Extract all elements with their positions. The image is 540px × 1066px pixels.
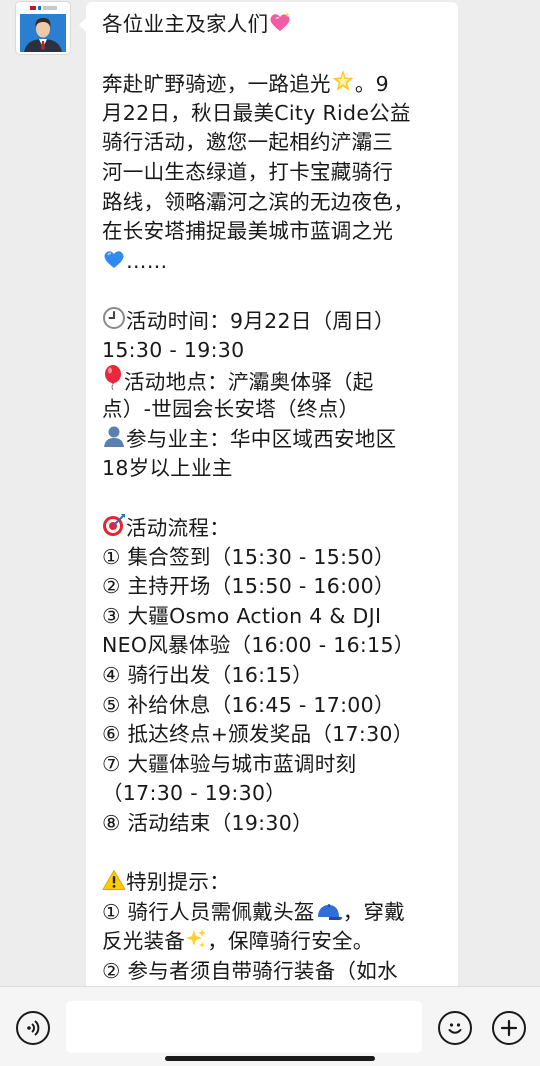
blue-heart-icon	[102, 248, 126, 279]
message-line: 活动流程：	[102, 513, 447, 543]
line-text: 特别提示：	[126, 870, 230, 895]
line-text: 15:30 - 19:30	[102, 337, 245, 362]
message-line: ④ 骑行出发（16:15）	[102, 661, 447, 691]
cap-icon	[315, 900, 343, 930]
line-text: 活动时间：9月22日（周日）	[126, 308, 395, 333]
emoji-face-icon[interactable]	[438, 1011, 472, 1045]
line-text: ② 参与者须自带骑行装备（如水	[102, 959, 398, 983]
message-line: ⑥ 抵达终点+颁发奖品（17:30）	[102, 720, 447, 750]
sparkles-icon	[185, 928, 207, 959]
person-portrait-icon	[24, 18, 62, 52]
message-line: 奔赴旷野骑迹，一路追光 。9	[102, 69, 447, 99]
message-line: 各位业主及家人们	[102, 10, 447, 40]
plus-icon[interactable]	[492, 1011, 526, 1045]
line-text: ⑧ 活动结束（19:30）	[102, 811, 313, 836]
message-line: 反光装备 ，保障骑行安全。	[102, 927, 447, 957]
line-text-tail: 。9	[354, 72, 389, 97]
line-text: （17:30 - 19:30）	[102, 781, 287, 806]
line-text: 奔赴旷野骑迹，一路追光	[102, 72, 331, 97]
line-text: NEO风暴体验（16:00 - 16:15）	[102, 633, 415, 658]
message-line: 活动时间：9月22日（周日）	[102, 306, 447, 336]
sparkling-heart-icon	[268, 11, 292, 42]
input-bar	[0, 986, 540, 1066]
message-line: ⑧ 活动结束（19:30）	[102, 809, 447, 839]
line-text: 路线，领略灞河之滨的无边夜色，	[102, 189, 414, 214]
line-text: 各位业主及家人们	[102, 12, 269, 36]
message-text[interactable]: 各位业主及家人们 奔赴旷野骑迹，一路追光 。9 月22日，秋日最美City Ride公…	[102, 10, 447, 987]
line-text: 参与业主：华中区域西安地区	[126, 427, 397, 452]
message-line: ⑦ 大疆体验与城市蓝调时刻	[102, 750, 447, 780]
message-line: 在长安塔捕捉最美城市蓝调之光	[102, 217, 447, 247]
message-input[interactable]	[66, 1001, 422, 1053]
message-line: 18岁以上业主	[102, 454, 447, 484]
line-text: ⑥ 抵达终点+颁发奖品（17:30）	[102, 722, 414, 747]
line-text: 河一山生态绿道，打卡宝藏骑行	[102, 159, 394, 184]
message-line: ① 骑行人员需佩戴头盔 ，穿戴	[102, 898, 447, 928]
message-line: 骑行活动，邀您一起相约浐灞三	[102, 128, 447, 158]
message-line: 活动地点：浐灞奥体驿（起	[102, 365, 447, 395]
line-text: ① 集合签到（15:30 - 15:50）	[102, 544, 395, 569]
message-line: 路线，领略灞河之滨的无边夜色，	[102, 188, 447, 218]
warning-icon	[102, 869, 126, 900]
voice-icon[interactable]	[16, 1011, 50, 1045]
message-line: NEO风暴体验（16:00 - 16:15）	[102, 631, 447, 661]
line-text: 反光装备	[102, 929, 186, 954]
message-line: 河一山生态绿道，打卡宝藏骑行	[102, 158, 447, 188]
line-text-tail: ，保障骑行安全。	[207, 929, 374, 954]
sender-avatar[interactable]	[16, 2, 70, 54]
message-line: 特别提示：	[102, 868, 447, 898]
line-text: ③ 大疆Osmo Action 4 & DJI	[102, 603, 382, 628]
line-text: 点）-世园会长安塔（终点）	[102, 396, 360, 421]
line-text: 18岁以上业主	[102, 455, 233, 480]
line-text: ② 主持开场（15:50 - 16:00）	[102, 574, 395, 599]
line-text: ……	[126, 248, 168, 273]
logo-strip	[16, 2, 70, 14]
message-line: ② 主持开场（15:50 - 16:00）	[102, 572, 447, 602]
line-text: 活动地点：浐灞奥体驿（起	[124, 370, 374, 395]
line-text: 月22日，秋日最美City Ride公益	[102, 100, 411, 125]
line-text: ⑤ 补给休息（16:45 - 17:00）	[102, 692, 395, 717]
glowing-star-icon	[331, 69, 355, 102]
line-text: 骑行活动，邀您一起相约浐灞三	[102, 130, 394, 155]
line-text: 在长安塔捕捉最美城市蓝调之光	[102, 219, 394, 244]
line-text: ④ 骑行出发（16:15）	[102, 663, 313, 688]
clock-icon	[102, 306, 126, 339]
line-text: ① 骑行人员需佩戴头盔	[102, 899, 315, 924]
target-icon	[102, 513, 126, 546]
message-line: ……	[102, 247, 447, 277]
message-line: 15:30 - 19:30	[102, 336, 447, 366]
line-text: 活动流程：	[126, 516, 230, 541]
line-text-tail: ，穿戴	[342, 899, 406, 924]
home-indicator	[165, 1056, 375, 1061]
person-icon	[102, 424, 126, 457]
message-line: 点）-世园会长安塔（终点）	[102, 395, 447, 425]
message-line: 参与业主：华中区域西安地区	[102, 424, 447, 454]
message-line: ③ 大疆Osmo Action 4 & DJI	[102, 602, 447, 632]
line-text: ⑦ 大疆体验与城市蓝调时刻	[102, 751, 357, 776]
message-line: （17:30 - 19:30）	[102, 779, 447, 809]
message-line: 月22日，秋日最美City Ride公益	[102, 99, 447, 129]
bubble-tail	[79, 18, 86, 32]
message-line: ② 参与者须自带骑行装备（如水	[102, 957, 447, 987]
message-line: ⑤ 补给休息（16:45 - 17:00）	[102, 691, 447, 721]
message-line: ① 集合签到（15:30 - 15:50）	[102, 543, 447, 573]
